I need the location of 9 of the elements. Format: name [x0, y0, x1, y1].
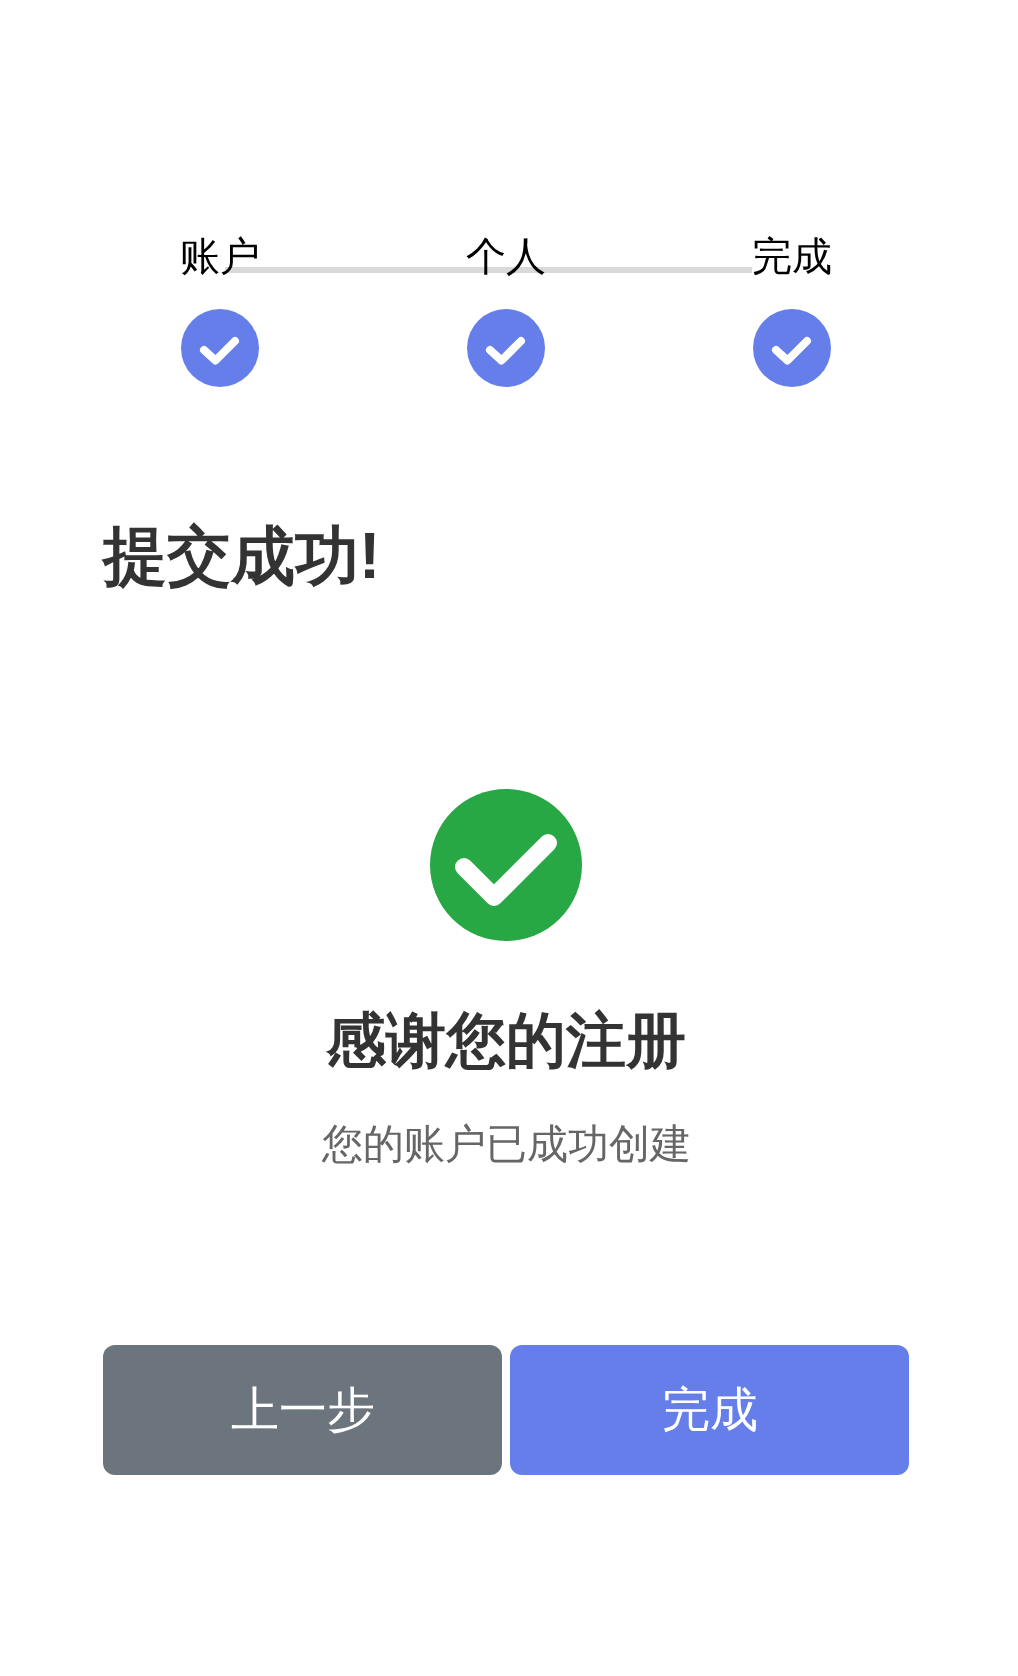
finish-button[interactable]: 完成 — [510, 1345, 909, 1475]
thank-you-heading: 感谢您的注册 — [326, 1011, 686, 1071]
step-label: 账户 — [180, 236, 260, 276]
step-label: 完成 — [752, 236, 832, 276]
success-check-icon — [430, 789, 582, 941]
success-message: 您的账户已成功创建 — [321, 1124, 691, 1165]
page-title: 提交成功! — [103, 524, 381, 588]
step-label: 个人 — [466, 236, 546, 276]
previous-button[interactable]: 上一步 — [103, 1345, 502, 1475]
